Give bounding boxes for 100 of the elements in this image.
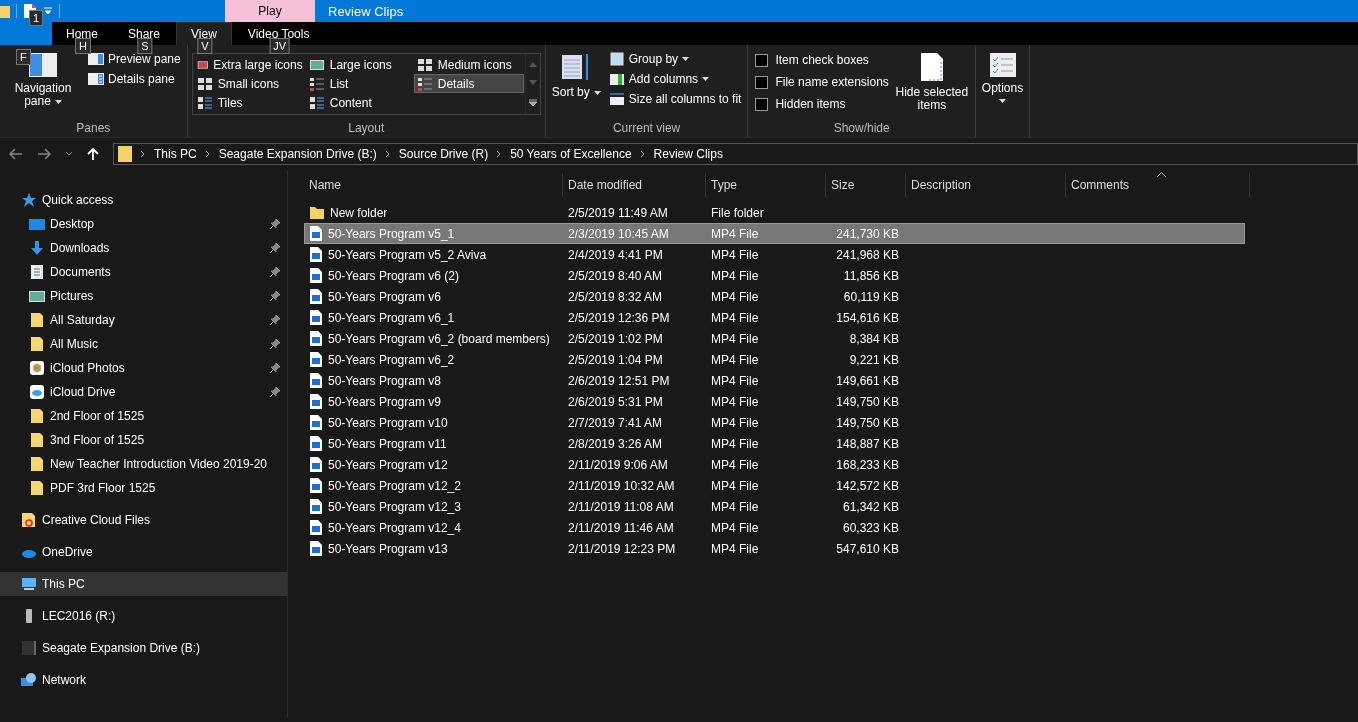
checkbox[interactable] — [755, 75, 769, 89]
nav-item[interactable]: 3nd Floor of 1525 — [0, 428, 287, 452]
layout-option[interactable]: Medium icons — [413, 55, 524, 74]
layout-option[interactable]: Content — [305, 93, 414, 112]
file-row[interactable]: New folder 2/5/2019 11:49 AM File folder — [304, 202, 1245, 223]
expand-gallery-icon[interactable] — [528, 99, 537, 108]
pin-icon[interactable] — [270, 315, 280, 325]
file-row[interactable]: 50-Years Program v6 2/5/2019 8:32 AM MP4 File 60,119 KB — [304, 286, 1245, 307]
layout-option[interactable]: List — [305, 74, 414, 93]
nav-item[interactable]: iCloud Drive — [0, 380, 287, 404]
checkbox[interactable] — [755, 53, 769, 67]
details-pane-button[interactable]: Details pane — [86, 70, 183, 88]
file-row[interactable]: 50-Years Program v6_2 (board members) 2/5/2019 1:02 PM MP4 File 8,384 KB — [304, 328, 1245, 349]
size-cell: 149,661 KB — [836, 373, 899, 388]
file-row[interactable]: 50-Years Program v12_3 2/11/2019 11:08 AM MP4 File 61,342 KB — [304, 496, 1245, 517]
nav-item[interactable]: Downloads — [0, 236, 287, 260]
breadcrumb-item[interactable]: Review Clips — [653, 147, 723, 161]
nav-item[interactable]: All Music — [0, 332, 287, 356]
nav-item[interactable]: LEC2016 (R:) — [0, 604, 287, 628]
nav-item[interactable]: Desktop — [0, 212, 287, 236]
hide-selected-items-button[interactable]: Hide selected items — [892, 48, 971, 121]
nav-item[interactable]: Documents — [0, 260, 287, 284]
nav-item[interactable]: PDF 3rd Floor 1525 — [0, 476, 287, 500]
pin-icon[interactable] — [270, 387, 280, 397]
size-columns-button[interactable]: Size all columns to fit — [606, 90, 744, 108]
nav-item[interactable]: Network — [0, 668, 287, 692]
file-name: 50-Years Program v12_2 — [328, 478, 461, 493]
nav-item[interactable]: New Teacher Introduction Video 2019-20 — [0, 452, 287, 476]
nav-item[interactable]: Pictures — [0, 284, 287, 308]
column-header[interactable]: Description — [906, 173, 1066, 197]
dropdown-icon[interactable] — [43, 6, 53, 16]
nav-item[interactable]: All Saturday — [0, 308, 287, 332]
file-row[interactable]: 50-Years Program v11 2/8/2019 3:26 AM MP4 File 148,887 KB — [304, 433, 1245, 454]
pin-icon[interactable] — [270, 363, 280, 373]
layout-option[interactable]: Small icons — [193, 74, 306, 93]
file-name: 50-Years Program v6_1 — [328, 310, 455, 325]
column-header[interactable]: Date modified — [563, 173, 706, 197]
chevron-icon[interactable] — [639, 150, 646, 158]
chevron-icon[interactable] — [384, 150, 391, 158]
nav-item[interactable]: This PC — [0, 572, 287, 596]
file-tab[interactable] — [0, 22, 52, 45]
size-cell: 547,610 KB — [836, 541, 899, 556]
nav-item[interactable]: iCloud Photos — [0, 356, 287, 380]
file-row[interactable]: 50-Years Program v10 2/7/2019 7:41 AM MP4 File 149,750 KB — [304, 412, 1245, 433]
file-row[interactable]: 50-Years Program v5_2 Aviva 2/4/2019 4:41 PM MP4 File 241,968 KB — [304, 244, 1245, 265]
column-header[interactable]: Comments — [1066, 173, 1250, 197]
pin-icon[interactable] — [270, 219, 280, 229]
nav-item[interactable]: Quick access — [0, 188, 287, 212]
file-row[interactable]: 50-Years Program v12_4 2/11/2019 11:46 AM MP4 File 60,323 KB — [304, 517, 1245, 538]
column-header[interactable]: Size — [826, 173, 906, 197]
checkbox-option[interactable]: Item check boxes — [752, 50, 889, 70]
address-bar[interactable]: This PC Seagate Expansion Drive (B:) Source Drive (R) 50 Years of Excellence Review Clips — [113, 143, 1358, 165]
sort-by-button[interactable]: Sort by — [549, 48, 603, 121]
file-row[interactable]: 50-Years Program v5_1 2/3/2019 10:45 AM MP4 File 241,730 KB — [304, 223, 1245, 244]
file-row[interactable]: 50-Years Program v6 (2) 2/5/2019 8:40 AM MP4 File 11,856 KB — [304, 265, 1245, 286]
column-header[interactable]: Type — [706, 173, 826, 197]
layout-option[interactable]: Tiles — [193, 93, 306, 112]
breadcrumb-item[interactable]: This PC — [154, 147, 197, 161]
pin-icon[interactable] — [270, 339, 280, 349]
file-name: 50-Years Program v6 (2) — [328, 268, 459, 283]
chevron-icon[interactable] — [140, 150, 146, 158]
file-row[interactable]: 50-Years Program v13 2/11/2019 12:23 PM MP4 File 547,610 KB — [304, 538, 1245, 559]
group-by-button[interactable]: Group by — [606, 50, 744, 68]
file-row[interactable]: 50-Years Program v6_1 2/5/2019 12:36 PM MP4 File 154,616 KB — [304, 307, 1245, 328]
chevron-icon[interactable] — [496, 150, 503, 158]
layout-option[interactable]: Extra large icons — [193, 55, 306, 74]
file-row[interactable]: 50-Years Program v9 2/6/2019 5:31 PM MP4 File 149,750 KB — [304, 391, 1245, 412]
pin-icon[interactable] — [270, 267, 280, 277]
file-row[interactable]: 50-Years Program v12_2 2/11/2019 10:32 AM MP4 File 142,572 KB — [304, 475, 1245, 496]
checkbox-option[interactable]: Hidden items — [752, 94, 889, 114]
document-icon — [29, 264, 45, 280]
recent-locations-icon[interactable] — [65, 151, 73, 157]
pin-icon[interactable] — [270, 243, 280, 253]
file-row[interactable]: 50-Years Program v8 2/6/2019 12:51 PM MP4 File 149,661 KB — [304, 370, 1245, 391]
up-icon[interactable] — [87, 147, 99, 161]
layout-option[interactable]: Details — [413, 74, 524, 93]
checklist-icon — [988, 52, 1017, 78]
file-row[interactable]: 50-Years Program v6_2 2/5/2019 1:04 PM MP4 File 9,221 KB — [304, 349, 1245, 370]
pin-icon[interactable] — [270, 291, 280, 301]
file-name: 50-Years Program v6_2 — [328, 352, 455, 367]
file-row[interactable]: 50-Years Program v12 2/11/2019 9:06 AM MP4 File 168,233 KB — [304, 454, 1245, 475]
nav-item[interactable]: OneDrive — [0, 540, 287, 564]
add-columns-button[interactable]: Add columns — [606, 70, 744, 88]
breadcrumb-item[interactable]: 50 Years of Excellence — [510, 147, 632, 161]
video-file-icon — [310, 289, 322, 304]
breadcrumb-item[interactable]: Source Drive (R) — [398, 147, 489, 161]
columns-icon — [608, 72, 625, 86]
nav-item[interactable]: 2nd Floor of 1525 — [0, 404, 287, 428]
back-icon[interactable] — [9, 148, 23, 160]
options-button[interactable]: Options — [979, 48, 1026, 137]
checkbox-option[interactable]: File name extensions — [752, 72, 889, 92]
nav-item[interactable]: Seagate Expansion Drive (B:) — [0, 636, 287, 660]
forward-icon[interactable] — [37, 148, 51, 160]
breadcrumb-item[interactable]: Seagate Expansion Drive (B:) — [218, 147, 377, 161]
nav-item[interactable]: Creative Cloud Files — [0, 508, 287, 532]
chevron-icon[interactable] — [204, 150, 211, 158]
layout-option[interactable]: Large icons — [305, 55, 414, 74]
column-header[interactable]: Name — [304, 173, 563, 197]
checkbox[interactable] — [755, 97, 769, 111]
caret-icon — [702, 77, 710, 81]
